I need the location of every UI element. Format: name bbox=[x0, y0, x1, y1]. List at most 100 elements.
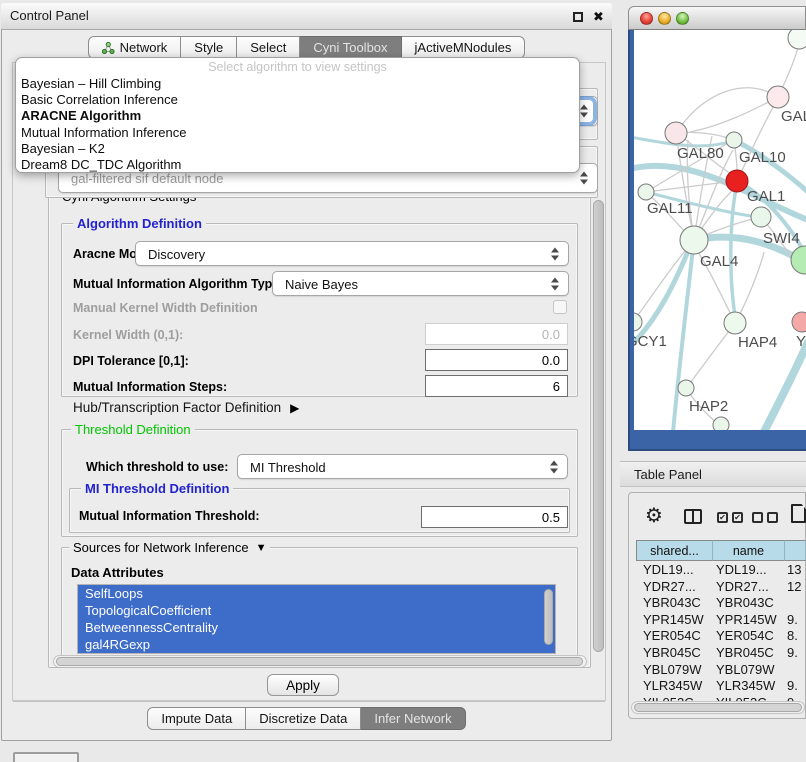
tab-jactivemnodules[interactable]: jActiveMNodules bbox=[402, 36, 526, 59]
combo-arrows-icon bbox=[550, 460, 558, 473]
node-label: GAL80 bbox=[677, 145, 724, 162]
column-header-shared[interactable]: shared... bbox=[636, 540, 713, 561]
table-cell: YDL19... bbox=[643, 562, 694, 579]
table-cell: YBL079W bbox=[716, 662, 775, 679]
network-node-hap4[interactable] bbox=[724, 312, 746, 334]
report-icon[interactable] bbox=[791, 504, 806, 523]
network-node-y[interactable] bbox=[792, 312, 806, 332]
dropdown-item-aracne-algorithm[interactable]: ARACNE Algorithm bbox=[16, 108, 579, 124]
table-row[interactable]: YDR27...YDR27...12 bbox=[630, 579, 806, 596]
deselect-all-checkboxes-icon[interactable] bbox=[767, 512, 778, 523]
column-header-name[interactable]: name bbox=[713, 540, 785, 561]
mi-algorithm-type-combo[interactable]: Naive Bayes bbox=[272, 271, 569, 296]
network-canvas[interactable]: GALGAL80GAL10GAL1SWI4GAL11GAL4GCY1HAP4YH… bbox=[634, 30, 806, 430]
select-all-checkboxes-icon[interactable]: ✔ bbox=[732, 512, 743, 523]
combo-arrows-icon bbox=[580, 105, 588, 118]
mi-steps-field[interactable]: 6 bbox=[425, 375, 568, 397]
table-row[interactable]: YPR145WYPR145W9. bbox=[630, 612, 806, 629]
minimize-button[interactable] bbox=[658, 12, 671, 25]
network-node[interactable] bbox=[788, 30, 806, 49]
network-icon bbox=[102, 42, 115, 54]
control-panel-titlebar[interactable]: Control Panel ✖ bbox=[1, 3, 612, 30]
apply-button[interactable]: Apply bbox=[267, 674, 339, 696]
column-header-3[interactable] bbox=[785, 540, 806, 561]
manual-kernel-width-checkbox[interactable] bbox=[553, 300, 567, 314]
table-row[interactable]: YBL079WYBL079W bbox=[630, 662, 806, 679]
tab-cyni-toolbox[interactable]: Cyni Toolbox bbox=[300, 36, 401, 59]
node-label: Y bbox=[796, 333, 806, 350]
network-node-gal4[interactable] bbox=[680, 226, 708, 254]
table-cell: YDR27... bbox=[643, 579, 696, 596]
settings-vscrollbar-thumb[interactable] bbox=[593, 200, 604, 652]
node-label: GAL bbox=[781, 108, 806, 125]
dropdown-item-bayesian-hill-climbing[interactable]: Bayesian – Hill Climbing bbox=[16, 76, 579, 92]
network-node[interactable] bbox=[713, 417, 729, 430]
tab-infer-network[interactable]: Infer Network bbox=[361, 707, 465, 730]
tab-label: Style bbox=[194, 40, 223, 55]
dropdown-item-mutual-information-inference[interactable]: Mutual Information Inference bbox=[16, 125, 579, 141]
table-row[interactable]: YBR043CYBR043C bbox=[630, 595, 806, 612]
dropdown-item-dream8-dc-tdc-algorithm[interactable]: Dream8 DC_TDC Algorithm bbox=[16, 157, 579, 173]
node-label: HAP2 bbox=[689, 398, 728, 415]
close-button[interactable] bbox=[640, 12, 653, 25]
mi-steps-value: 6 bbox=[553, 379, 560, 394]
dpi-tolerance-label: DPI Tolerance [0,1]: bbox=[73, 354, 189, 368]
aracne-mode-combo[interactable]: Discovery bbox=[135, 241, 569, 266]
kernel-width-field[interactable]: 0.0 bbox=[425, 323, 568, 345]
table-row[interactable]: YLR345WYLR345W9. bbox=[630, 678, 806, 695]
control-panel-title: Control Panel bbox=[10, 3, 89, 29]
zoom-button[interactable] bbox=[676, 12, 689, 25]
network-node[interactable] bbox=[791, 246, 806, 274]
table-cell: YBR045C bbox=[643, 645, 701, 662]
select-all-checkboxes-icon[interactable]: ✔ bbox=[717, 512, 728, 523]
attribute-item-gal4rgexp[interactable]: gal4RGexp bbox=[78, 636, 555, 653]
tab-select[interactable]: Select bbox=[237, 36, 300, 59]
mi-threshold-field[interactable]: 0.5 bbox=[421, 506, 568, 528]
gear-icon[interactable]: ⚙ bbox=[645, 506, 663, 526]
table-cell: YBR043C bbox=[716, 595, 774, 612]
threshold-definition-title: Threshold Definition bbox=[71, 422, 195, 437]
tab-style[interactable]: Style bbox=[181, 36, 237, 59]
network-window-titlebar[interactable] bbox=[628, 6, 806, 30]
bottom-tabs: Impute DataDiscretize DataInfer Network bbox=[0, 707, 613, 730]
table-hscrollbar-thumb[interactable] bbox=[634, 703, 802, 712]
table-row[interactable]: YBR045CYBR045C9. bbox=[630, 645, 806, 662]
network-node-gal10[interactable] bbox=[726, 132, 742, 148]
table-row[interactable]: YDL19...YDL19...13 bbox=[630, 562, 806, 579]
network-node-gal1[interactable] bbox=[726, 170, 748, 192]
dropdown-item-bayesian-k2[interactable]: Bayesian – K2 bbox=[16, 141, 579, 157]
deselect-all-checkboxes-icon[interactable] bbox=[752, 512, 763, 523]
list-scrollbar-thumb[interactable] bbox=[544, 589, 553, 645]
table-cell: YLR345W bbox=[716, 678, 775, 695]
table-panel-titlebar[interactable]: Table Panel bbox=[620, 461, 806, 487]
attribute-item-topologicalcoefficient[interactable]: TopologicalCoefficient bbox=[78, 602, 555, 619]
table-cell: YLR345W bbox=[643, 678, 702, 695]
table-row[interactable]: YER054CYER054C8. bbox=[630, 628, 806, 645]
attribute-item-betweennesscentrality[interactable]: BetweennessCentrality bbox=[78, 619, 555, 636]
algorithm-definition-title: Algorithm Definition bbox=[73, 216, 206, 231]
dropdown-item-basic-correlation-inference[interactable]: Basic Correlation Inference bbox=[16, 92, 579, 108]
data-attributes-label: Data Attributes bbox=[71, 565, 164, 580]
table-cell: YBR045C bbox=[716, 645, 774, 662]
tab-impute-data[interactable]: Impute Data bbox=[147, 707, 246, 730]
settings-hscrollbar-thumb[interactable] bbox=[56, 657, 583, 666]
network-node-gcy1[interactable] bbox=[634, 313, 642, 331]
network-node-gal80[interactable] bbox=[665, 122, 687, 144]
network-node-gal[interactable] bbox=[767, 86, 789, 108]
which-threshold-combo[interactable]: MI Threshold bbox=[237, 454, 568, 479]
float-window-icon[interactable] bbox=[573, 12, 583, 22]
network-node-swi4[interactable] bbox=[751, 207, 771, 227]
close-panel-icon[interactable]: ✖ bbox=[593, 8, 604, 26]
network-node-hap2[interactable] bbox=[678, 380, 694, 396]
tab-discretize-data[interactable]: Discretize Data bbox=[246, 707, 361, 730]
tab-network[interactable]: Network bbox=[88, 36, 182, 59]
table-cell: 13 bbox=[787, 562, 801, 579]
tab-label: Cyni Toolbox bbox=[313, 40, 387, 55]
network-node-gal11[interactable] bbox=[638, 184, 654, 200]
dpi-tolerance-field[interactable]: 0.0 bbox=[425, 349, 568, 371]
data-attributes-list[interactable]: SelfLoopsTopologicalCoefficientBetweenne… bbox=[77, 584, 556, 654]
sources-group-title[interactable]: Sources for Network Inference ▼ bbox=[69, 540, 270, 555]
hub-tf-expander[interactable]: Hub/Transcription Factor Definition ▶ bbox=[73, 400, 299, 415]
split-view-icon[interactable] bbox=[684, 509, 702, 524]
attribute-item-selfloops[interactable]: SelfLoops bbox=[78, 585, 555, 602]
